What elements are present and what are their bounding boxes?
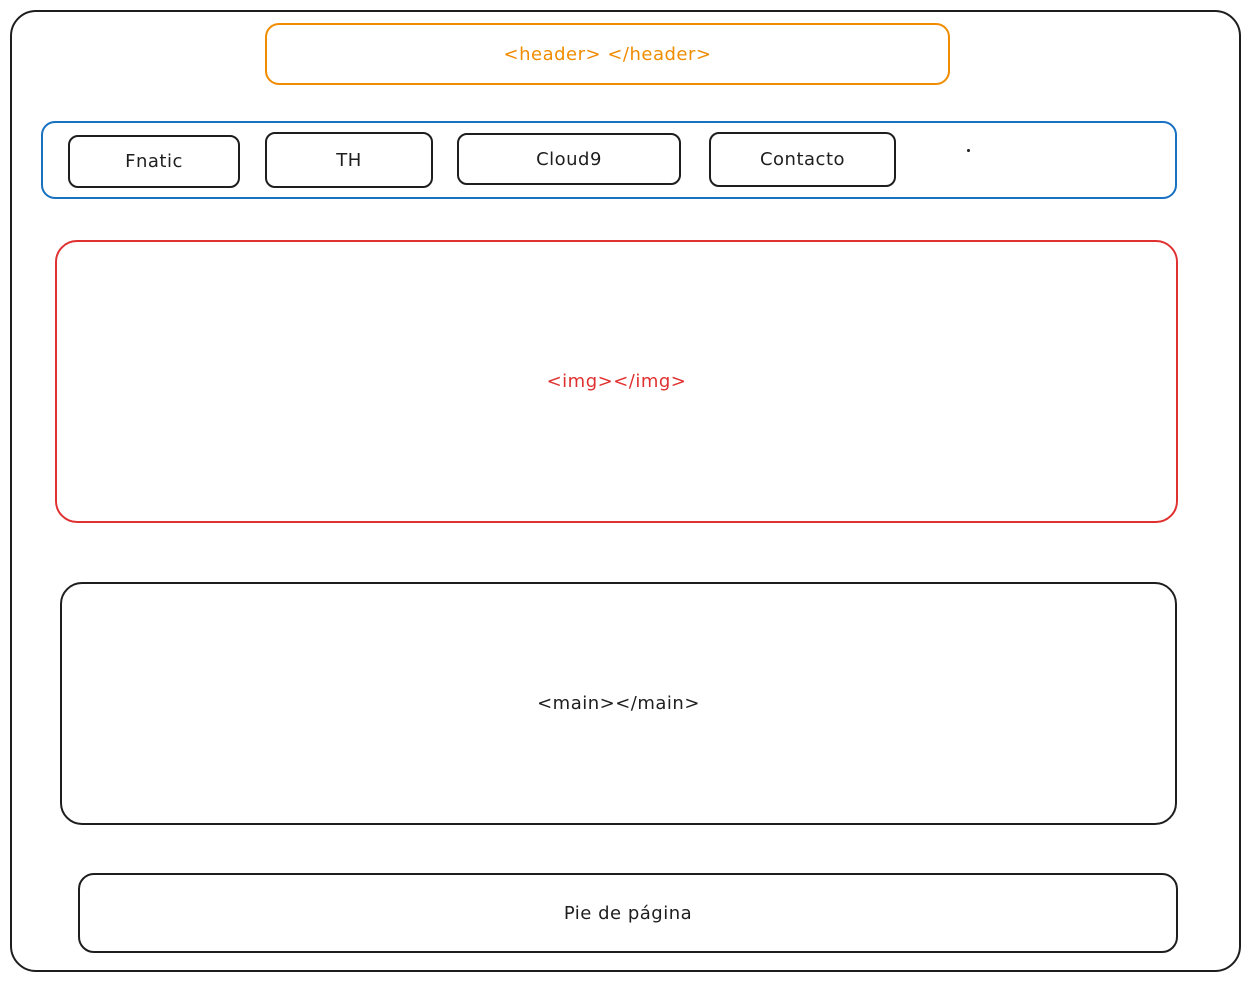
nav-button-cloud9[interactable]: Cloud9 — [457, 133, 681, 185]
nav-button-label: TH — [336, 149, 362, 171]
image-placeholder: <img></img> — [55, 240, 1178, 523]
nav-button-contacto[interactable]: Contacto — [709, 132, 896, 187]
header-placeholder: <header> </header> — [265, 23, 950, 85]
nav-bar: Fnatic TH Cloud9 Contacto — [41, 121, 1177, 199]
main-label: <main></main> — [537, 693, 700, 714]
nav-button-fnatic[interactable]: Fnatic — [68, 135, 240, 188]
nav-button-label: Fnatic — [125, 151, 183, 172]
nav-button-label: Cloud9 — [536, 148, 602, 170]
stray-dot — [967, 149, 970, 152]
nav-button-th[interactable]: TH — [265, 132, 433, 188]
footer-label: Pie de página — [563, 902, 693, 924]
header-label: <header> </header> — [503, 43, 712, 65]
nav-button-label: Contacto — [759, 149, 846, 170]
main-placeholder: <main></main> — [60, 582, 1177, 825]
image-label: <img></img> — [546, 371, 687, 392]
footer-placeholder: Pie de página — [78, 873, 1178, 953]
